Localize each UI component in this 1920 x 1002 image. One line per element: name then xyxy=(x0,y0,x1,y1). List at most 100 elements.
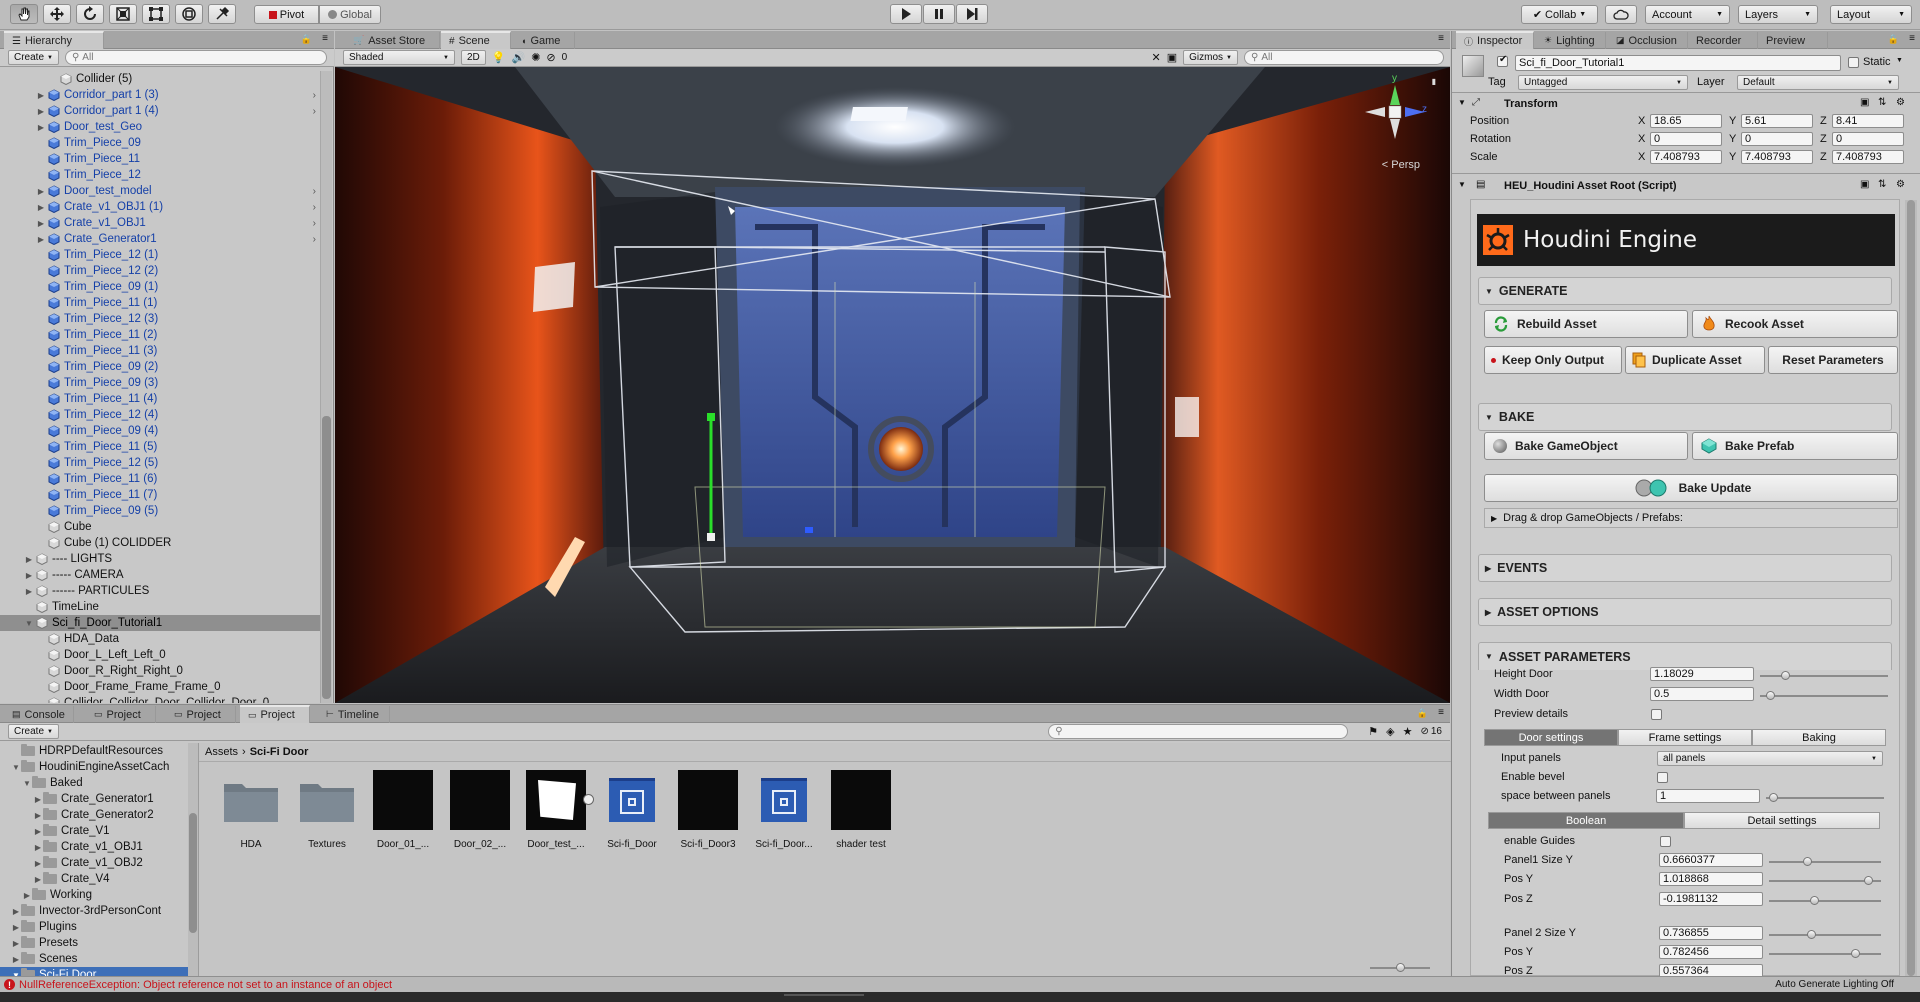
scene-search-input[interactable]: ⚲ All xyxy=(1244,50,1444,65)
hierarchy-row[interactable]: ▶ ---- LIGHTS xyxy=(0,551,320,567)
panel1-size-slider[interactable] xyxy=(1769,857,1881,866)
chevron-right-icon[interactable]: › xyxy=(313,234,316,245)
hierarchy-row[interactable]: ▼ Sci_fi_Door_Tutorial1 xyxy=(0,615,320,631)
hierarchy-row[interactable]: Trim_Piece_11 (7) xyxy=(0,487,320,503)
position-x-field[interactable]: 18.65 xyxy=(1650,114,1722,128)
panel2-size-field[interactable]: 0.736855 xyxy=(1659,926,1763,940)
hierarchy-row[interactable]: Cube (1) COLIDDER xyxy=(0,535,320,551)
width-door-field[interactable]: 0.5 xyxy=(1650,687,1754,701)
hierarchy-row[interactable]: ▶ Corridor_part 1 (3) › xyxy=(0,87,320,103)
pivot-toggle[interactable]: Pivot xyxy=(254,5,319,24)
effects-icon[interactable]: ✺ xyxy=(531,51,540,64)
lock-icon[interactable]: ▮ xyxy=(1432,77,1436,86)
rotation-y-field[interactable]: 0 xyxy=(1741,132,1813,146)
gizmos-dropdown[interactable]: Gizmos ▼ xyxy=(1183,50,1238,65)
preset-icon[interactable]: ⇅ xyxy=(1878,179,1886,190)
scrollbar-thumb[interactable] xyxy=(1907,200,1915,976)
audio-icon[interactable]: 🔊 xyxy=(512,51,526,64)
foldout-arrow-icon[interactable]: ▶ xyxy=(24,555,34,564)
hierarchy-row[interactable]: ▶ Door_test_model › xyxy=(0,183,320,199)
asset-item[interactable]: Sci-fi_Door... xyxy=(751,769,817,850)
foldout-arrow-icon[interactable]: ▼ xyxy=(1458,180,1466,189)
foldout-arrow-icon[interactable]: ▶ xyxy=(36,107,46,116)
asset-item[interactable]: Door_test_... xyxy=(523,769,594,850)
panel-menu-icon[interactable]: ≡ xyxy=(1909,33,1915,44)
hierarchy-row[interactable]: Trim_Piece_12 xyxy=(0,167,320,183)
step-button[interactable] xyxy=(956,4,988,24)
asset-item[interactable]: Sci-fi_Door3 xyxy=(675,769,741,850)
tab-asset-store[interactable]: 🛒 Asset Store xyxy=(345,32,440,49)
hierarchy-row[interactable]: Trim_Piece_12 (3) xyxy=(0,311,320,327)
slider-knob[interactable] xyxy=(1851,949,1860,958)
hierarchy-row[interactable]: Trim_Piece_11 xyxy=(0,151,320,167)
rotation-z-field[interactable]: 0 xyxy=(1832,132,1904,146)
reset-parameters-button[interactable]: Reset Parameters xyxy=(1768,346,1898,374)
panel1-size-field[interactable]: 0.6660377 xyxy=(1659,853,1763,867)
hierarchy-row[interactable]: Collider (5) xyxy=(0,71,320,87)
hierarchy-row[interactable]: ▶ Crate_v1_OBJ1 › xyxy=(0,215,320,231)
slider-knob[interactable] xyxy=(1810,896,1819,905)
slider-knob[interactable] xyxy=(1864,876,1873,885)
hierarchy-row[interactable]: Trim_Piece_09 (5) xyxy=(0,503,320,519)
hierarchy-row[interactable]: Trim_Piece_11 (3) xyxy=(0,343,320,359)
hierarchy-row[interactable]: ▶ Door_test_Geo xyxy=(0,119,320,135)
hierarchy-row[interactable]: ▶ ------ PARTICULES xyxy=(0,583,320,599)
lock-icon[interactable]: 🔒 xyxy=(1888,34,1899,45)
preview-details-checkbox[interactable] xyxy=(1651,709,1662,720)
tag-dropdown[interactable]: Untagged ▼ xyxy=(1518,75,1688,90)
layer-dropdown[interactable]: Default ▼ xyxy=(1737,75,1899,90)
error-message[interactable]: NullReferenceException: Object reference… xyxy=(19,979,392,991)
account-dropdown[interactable]: Account ▼ xyxy=(1645,5,1730,24)
hierarchy-row[interactable]: HDA_Data xyxy=(0,631,320,647)
layout-dropdown[interactable]: Layout ▼ xyxy=(1830,5,1912,24)
orientation-gizmo[interactable]: y z xyxy=(1360,73,1430,147)
position-z-field[interactable]: 8.41 xyxy=(1832,114,1904,128)
height-door-field[interactable]: 1.18029 xyxy=(1650,667,1754,681)
hierarchy-row[interactable]: Door_L_Left_Left_0 xyxy=(0,647,320,663)
foldout-arrow-icon[interactable]: ▶ xyxy=(36,219,46,228)
recook-asset-button[interactable]: Recook Asset xyxy=(1692,310,1898,338)
foldout-arrow-icon[interactable]: ▶ xyxy=(36,235,46,244)
scale-z-field[interactable]: 7.408793 xyxy=(1832,150,1904,164)
pause-button[interactable] xyxy=(923,4,955,24)
hierarchy-row[interactable]: Trim_Piece_09 (4) xyxy=(0,423,320,439)
foldout-arrow-icon[interactable]: ▶ xyxy=(36,187,46,196)
pos-z-field[interactable]: -0.1981132 xyxy=(1659,892,1763,906)
tab-preview[interactable]: Preview xyxy=(1758,32,1828,49)
enable-bevel-checkbox[interactable] xyxy=(1657,772,1668,783)
hierarchy-row[interactable]: ▶ ----- CAMERA xyxy=(0,567,320,583)
scale-x-field[interactable]: 7.408793 xyxy=(1650,150,1722,164)
chevron-right-icon[interactable]: › xyxy=(313,106,316,117)
hierarchy-row[interactable]: Trim_Piece_09 (3) xyxy=(0,375,320,391)
foldout-arrow-icon[interactable]: ▶ xyxy=(24,571,34,580)
scale-tool-button[interactable] xyxy=(109,4,137,24)
slider-knob[interactable] xyxy=(1766,691,1775,700)
hierarchy-scrollbar[interactable] xyxy=(320,71,332,703)
2d-toggle[interactable]: 2D xyxy=(461,50,486,65)
chevron-right-icon[interactable]: › xyxy=(313,90,316,101)
hierarchy-row[interactable]: Door_Frame_Frame_Frame_0 xyxy=(0,679,320,695)
transform-tool-button[interactable] xyxy=(175,4,203,24)
tab-scene[interactable]: # Scene xyxy=(441,31,511,49)
scene-viewport[interactable]: y z ▮ < Persp xyxy=(335,67,1450,703)
asset-item[interactable]: Door_02_... xyxy=(447,769,513,850)
hierarchy-search-input[interactable]: ⚲ All xyxy=(64,50,327,65)
object-name-field[interactable]: Sci_fi_Door_Tutorial1 xyxy=(1515,55,1841,71)
hand-tool-button[interactable] xyxy=(10,4,38,24)
enable-guides-checkbox[interactable] xyxy=(1660,836,1671,847)
hierarchy-row[interactable]: Trim_Piece_11 (2) xyxy=(0,327,320,343)
camera-icon[interactable]: ▣ xyxy=(1167,51,1177,64)
tab-door-settings[interactable]: Door settings xyxy=(1484,729,1618,746)
panel-menu-icon[interactable]: ≡ xyxy=(322,33,328,44)
duplicate-asset-button[interactable]: Duplicate Asset xyxy=(1625,346,1765,374)
foldout-arrow-icon[interactable]: ▶ xyxy=(36,123,46,132)
static-checkbox[interactable] xyxy=(1848,57,1859,68)
pos-z-slider[interactable] xyxy=(1769,896,1881,905)
preset-icon[interactable]: ⇅ xyxy=(1878,97,1886,108)
asset-options-section-header[interactable]: ▶ ASSET OPTIONS xyxy=(1478,598,1892,626)
bake-prefab-button[interactable]: Bake Prefab xyxy=(1692,432,1898,460)
persp-label[interactable]: < Persp xyxy=(1382,159,1420,171)
tab-frame-settings[interactable]: Frame settings xyxy=(1618,729,1752,746)
foldout-arrow-icon[interactable]: ▶ xyxy=(36,203,46,212)
asset-parameters-section-header[interactable]: ▼ ASSET PARAMETERS xyxy=(1478,642,1892,670)
